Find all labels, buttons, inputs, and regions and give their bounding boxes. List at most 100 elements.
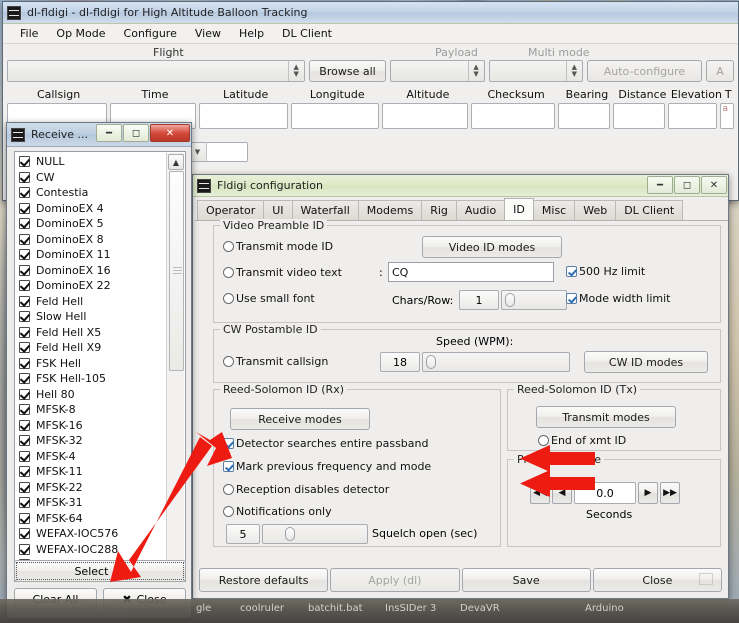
payload-combo-spinner[interactable]: ▲ ▼ [467,61,484,81]
modem-checkbox-icon[interactable] [19,342,30,354]
config-maximize-button[interactable]: ◻ [674,176,700,194]
tone-next-button[interactable]: ▶ [638,482,658,504]
field-elevation[interactable] [668,103,718,129]
modem-list-item[interactable]: MFSK-22 [19,480,185,496]
close-button[interactable]: Close [592,568,722,592]
reception-disables-option[interactable]: Reception disables detector [223,483,389,496]
select-all-button[interactable]: Select All [14,560,186,582]
receive-titlebar[interactable]: Receive ... ━ ◻ ✕ [7,123,191,147]
transmit-video-text-radio[interactable] [223,267,234,278]
modem-checkbox-icon[interactable] [19,466,30,478]
transmit-modes-button[interactable]: Transmit modes [536,406,676,428]
chars-row-value[interactable]: 1 [459,290,499,310]
scroll-up-arrow-icon[interactable]: ▲ [168,154,184,170]
taskbar-item-5[interactable]: Arduino [585,603,624,619]
field-distance[interactable] [612,103,666,129]
modem-checkbox-icon[interactable] [19,419,30,431]
field-bearing[interactable] [557,103,610,129]
modem-checkbox-icon[interactable] [19,280,30,292]
tone-first-button[interactable]: ◀◀ [530,482,550,504]
detector-searches-option[interactable]: Detector searches entire passband [223,437,428,450]
modem-checkbox-icon[interactable] [19,218,30,230]
receive-minimize-button[interactable]: ━ [96,124,122,142]
restore-defaults-button[interactable]: Restore defaults [199,568,329,592]
modem-list-item[interactable]: MFSK-4 [19,449,185,465]
modem-list-item[interactable]: Hell 80 [19,387,185,403]
modem-checkbox-icon[interactable] [19,435,30,447]
modem-list-item[interactable]: MFSK-32 [19,433,185,449]
tab-dl-client[interactable]: DL Client [615,200,684,220]
tab-audio[interactable]: Audio [455,200,506,220]
modem-checkbox-icon[interactable] [19,156,30,168]
receive-maximize-button[interactable]: ◻ [123,124,149,142]
modem-list-item[interactable]: NULL [19,154,185,170]
use-small-font-radio[interactable] [223,293,234,304]
payload-combo[interactable]: ▲ ▼ [390,60,485,82]
modem-checkbox-icon[interactable] [19,171,30,183]
config-minimize-button[interactable]: ━ [647,176,673,194]
config-close-button[interactable]: ✕ [701,176,727,194]
end-of-xmt-id-radio[interactable] [538,435,549,446]
modem-list-item[interactable]: Feld Hell X5 [19,325,185,341]
taskbar-item-3[interactable]: InsSIDer 3 [385,603,436,619]
modem-checkbox-icon[interactable] [19,388,30,400]
tone-last-button[interactable]: ▶▶ [660,482,680,504]
taskbar-item-1[interactable]: coolruler [240,603,284,619]
chars-row-slider[interactable] [501,290,567,310]
menu-file[interactable]: File [11,25,47,42]
multi-mode-combo[interactable]: ▲ ▼ [488,60,583,82]
modem-checkbox-icon[interactable] [19,202,30,214]
modem-list-item[interactable]: DominoEX 8 [19,232,185,248]
save-button[interactable]: Save [461,568,591,592]
transmit-callsign-option[interactable]: Transmit callsign [223,355,328,368]
scrollbar-thumb[interactable] [169,171,184,371]
auto-configure-extra-button[interactable]: A [706,60,734,82]
flight-combo[interactable]: ▲ ▼ [7,60,305,82]
modem-checkbox-icon[interactable] [19,187,30,199]
modem-checkbox-icon[interactable] [19,512,30,524]
modem-list-scrollbar[interactable]: ▲ ▼ [166,153,184,580]
transmit-callsign-radio[interactable] [223,356,234,367]
config-titlebar[interactable]: Fldigi configuration ━ ◻ ✕ [193,175,728,197]
modem-list-item[interactable]: DominoEX 11 [19,247,185,263]
modem-checkbox-icon[interactable] [19,450,30,462]
modem-checkbox-icon[interactable] [19,543,30,555]
transmit-mode-id-radio[interactable] [223,241,234,252]
multi-mode-combo-spinner[interactable]: ▲ ▼ [565,61,582,81]
modem-list-item[interactable]: MFSK-16 [19,418,185,434]
tab-operator[interactable]: Operator [197,200,265,220]
field-t[interactable]: a [720,103,734,129]
squelch-open-slider[interactable] [262,524,368,544]
tone-value[interactable]: 0.0 [574,482,636,504]
hz-limit-option[interactable]: 500 Hz limit [566,265,645,278]
cw-id-modes-button[interactable]: CW ID modes [584,351,708,373]
taskbar-item-4[interactable]: DevaVR [460,603,500,619]
modem-list-item[interactable]: Feld Hell [19,294,185,310]
modem-checkbox-icon[interactable] [19,528,30,540]
modem-list-item[interactable]: DominoEX 16 [19,263,185,279]
mark-previous-option[interactable]: Mark previous frequency and mode [223,460,431,473]
hz-limit-checkbox[interactable] [566,266,577,277]
modem-list-item[interactable]: Feld Hell X9 [19,340,185,356]
modem-list-item[interactable]: MFSK-11 [19,464,185,480]
speed-wpm-slider[interactable] [422,352,570,372]
field-altitude[interactable] [381,103,469,129]
transmit-video-text-option[interactable]: Transmit video text [223,266,342,279]
video-id-modes-button[interactable]: Video ID modes [422,236,562,258]
apply-button[interactable]: Apply (dl) [330,568,460,592]
transmit-mode-id-option[interactable]: Transmit mode ID [223,240,333,253]
tab-id[interactable]: ID [504,198,534,220]
modem-list-item[interactable]: MFSK-64 [19,511,185,527]
speed-wpm-value[interactable]: 18 [380,352,420,372]
field-latitude[interactable] [199,103,288,129]
mark-previous-checkbox[interactable] [223,461,234,472]
modem-checkbox-icon[interactable] [19,311,30,323]
modem-list-item[interactable]: FSK Hell [19,356,185,372]
receive-modes-button[interactable]: Receive modes [230,408,370,430]
taskbar-item-2[interactable]: batchit.bat [308,603,363,619]
modem-list-item[interactable]: DominoEX 5 [19,216,185,232]
menu-configure[interactable]: Configure [115,25,186,42]
field-checksum[interactable] [471,103,555,129]
modem-checkbox-icon[interactable] [19,326,30,338]
tab-modems[interactable]: Modems [357,200,423,220]
